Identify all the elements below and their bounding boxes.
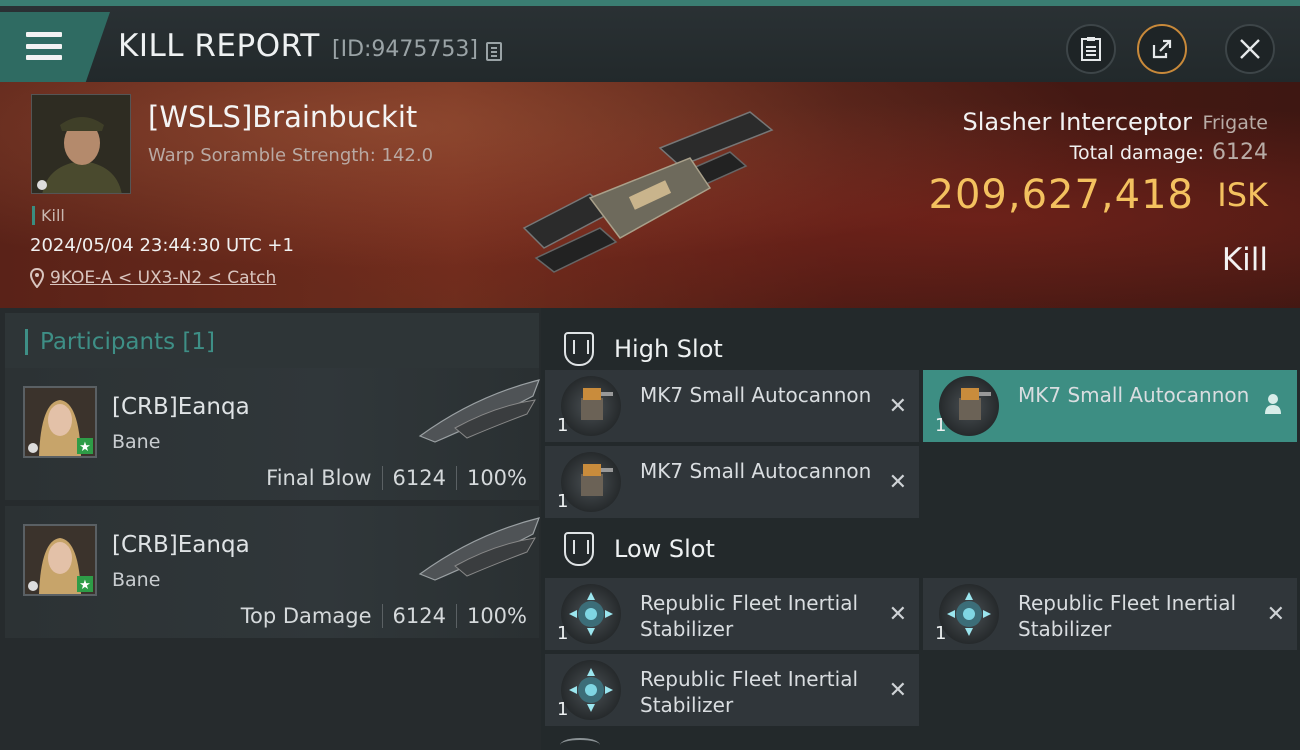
module-name: Republic Fleet Inertial Stabilizer (640, 591, 859, 641)
clipboard-button[interactable] (1066, 24, 1116, 74)
module-quantity: 1 (935, 623, 947, 644)
participant-name[interactable]: [CRB]Eanqa (112, 394, 250, 420)
participants-header: Participants [1] (5, 313, 539, 371)
inertial-stabilizer-icon (939, 584, 999, 644)
high-slot-icon (564, 332, 594, 366)
participant-ship-image (418, 379, 540, 443)
participant-name[interactable]: [CRB]Eanqa (112, 532, 250, 558)
remove-x-icon: ✕ (888, 394, 907, 419)
fitting-panel: High Slot 1 MK7 Small Autocannon ✕ 1 MK7… (541, 308, 1300, 750)
participant-percent: 100% (466, 604, 527, 628)
share-button[interactable] (1137, 24, 1187, 74)
participant-avatar[interactable]: ★ (23, 524, 97, 596)
victim-ship-class: Frigate (1202, 112, 1268, 134)
total-damage-value: 6124 (1212, 140, 1268, 165)
module-name: MK7 Small Autocannon (640, 383, 872, 407)
participant-ship-image (418, 517, 540, 581)
svg-text:★: ★ (79, 440, 91, 455)
participants-title: Participants [1] (25, 329, 215, 355)
copy-icon[interactable] (486, 42, 502, 61)
isk-unit: ISK (1217, 176, 1268, 214)
high-slot-label: High Slot (614, 335, 723, 363)
page-title: KILL REPORT (118, 28, 320, 64)
remove-x-icon: ✕ (888, 470, 907, 495)
clipboard-icon (1081, 37, 1101, 61)
module-name: MK7 Small Autocannon (1018, 383, 1250, 407)
participant-percent: 100% (466, 466, 527, 490)
autocannon-icon (939, 376, 999, 436)
participant-stats: Final Blow 6124 100% (266, 466, 527, 490)
module-item[interactable]: 1 Republic Fleet Inertial Stabilizer ✕ (923, 578, 1297, 650)
kill-timestamp: 2024/05/04 23:44:30 UTC +1 (30, 235, 294, 256)
participant-card[interactable]: ★ [CRB]Eanqa Bane Final Blow 6124 100% (5, 368, 540, 500)
warp-scramble-strength: Warp Soramble Strength: 142.0 (148, 145, 434, 166)
module-quantity: 1 (557, 491, 569, 512)
participant-stats: Top Damage 6124 100% (241, 604, 527, 628)
remove-x-icon: ✕ (888, 678, 907, 703)
isk-value: 209,627,418 (928, 172, 1194, 218)
low-slot-label: Low Slot (614, 535, 715, 563)
report-id: [ID:9475753] (332, 37, 478, 62)
module-item[interactable]: 1 Republic Fleet Inertial Stabilizer ✕ (545, 654, 919, 726)
participant-damage: 6124 (392, 466, 446, 490)
module-item[interactable]: 1 MK7 Small Autocannon (923, 370, 1297, 442)
total-damage-label: Total damage: (1069, 142, 1204, 164)
participants-panel: Participants [1] ★ [CRB]Eanqa Bane Final… (0, 308, 541, 750)
location-link[interactable]: 9KOE-A < UX3-N2 < Catch (50, 268, 276, 288)
victim-pilot-name[interactable]: [WSLS]Brainbuckit (148, 100, 417, 134)
participant-role: Final Blow (266, 466, 372, 490)
remove-x-icon: ✕ (888, 602, 907, 627)
location-pin-icon (30, 268, 44, 288)
module-name: MK7 Small Autocannon (640, 459, 872, 483)
remove-x-icon: ✕ (1266, 602, 1285, 627)
module-quantity: 1 (935, 415, 947, 436)
close-button[interactable] (1225, 24, 1275, 74)
module-item[interactable]: 1 MK7 Small Autocannon ✕ (545, 446, 919, 518)
inertial-stabilizer-icon (561, 660, 621, 720)
participant-damage: 6124 (392, 604, 446, 628)
low-slot-header: Low Slot (546, 520, 1300, 578)
menu-tab[interactable] (0, 12, 110, 82)
participant-role: Top Damage (240, 604, 372, 628)
participant-card[interactable]: ★ [CRB]Eanqa Bane Top Damage 6124 100% (5, 506, 540, 638)
kill-tag: Kill (32, 206, 65, 225)
module-quantity: 1 (557, 699, 569, 720)
participant-ship: Bane (112, 431, 161, 453)
menu-icon[interactable] (26, 32, 62, 60)
module-item[interactable]: 1 Republic Fleet Inertial Stabilizer ✕ (545, 578, 919, 650)
module-quantity: 1 (557, 415, 569, 436)
result-label: Kill (1221, 242, 1268, 278)
victim-ship-name[interactable]: Slasher Interceptor (962, 108, 1192, 136)
share-icon (1152, 39, 1172, 59)
autocannon-icon (561, 376, 621, 436)
victim-banner: [WSLS]Brainbuckit Warp Soramble Strength… (0, 82, 1300, 308)
victim-ship-image (522, 111, 774, 273)
module-name: Republic Fleet Inertial Stabilizer (1018, 591, 1237, 641)
module-name: Republic Fleet Inertial Stabilizer (640, 667, 859, 717)
svg-text:★: ★ (79, 578, 91, 593)
top-bar: KILL REPORT [ID:9475753] (0, 0, 1300, 82)
module-item[interactable]: 1 MK7 Small Autocannon ✕ (545, 370, 919, 442)
close-icon (1240, 39, 1260, 59)
participant-avatar[interactable]: ★ (23, 386, 97, 458)
person-icon (1265, 394, 1281, 414)
autocannon-icon (561, 452, 621, 512)
next-slot-header-partial (560, 738, 600, 750)
low-slot-icon (564, 532, 594, 566)
module-quantity: 1 (557, 623, 569, 644)
victim-portrait[interactable] (31, 94, 131, 194)
participant-ship: Bane (112, 569, 161, 591)
inertial-stabilizer-icon (561, 584, 621, 644)
kill-location[interactable]: 9KOE-A < UX3-N2 < Catch (30, 268, 276, 288)
